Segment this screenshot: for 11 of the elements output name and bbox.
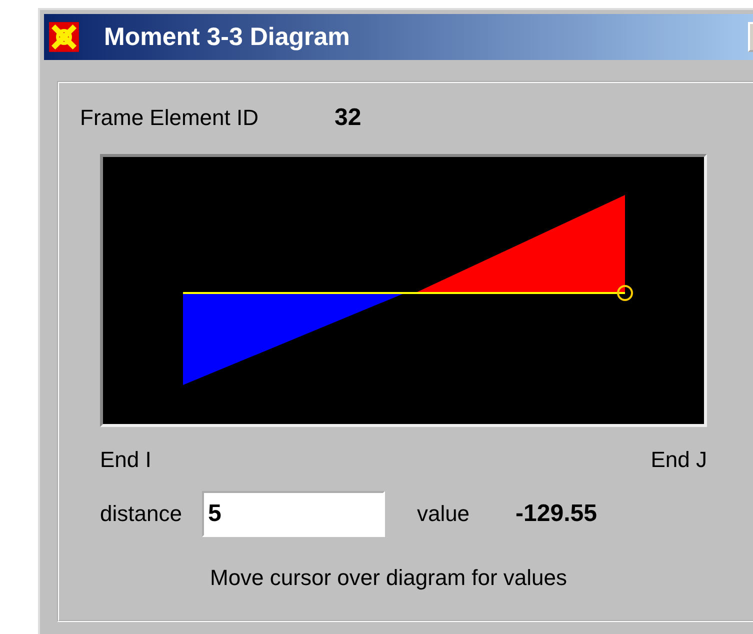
value-label: value <box>416 501 470 527</box>
hint-text: Move cursor over diagram for values <box>210 565 568 591</box>
window-title: Moment 3-3 Diagram <box>104 22 350 52</box>
end-j-label: End J <box>650 447 707 473</box>
value-reading: -129.55 <box>516 500 597 528</box>
frame-element-value: 32 <box>334 104 362 132</box>
app-icon <box>48 21 80 53</box>
distance-field[interactable]: 5 <box>202 491 385 537</box>
frame-element-label: Frame Element ID <box>80 105 258 131</box>
end-i-label: End I <box>100 447 152 473</box>
distance-label: distance <box>100 501 182 527</box>
